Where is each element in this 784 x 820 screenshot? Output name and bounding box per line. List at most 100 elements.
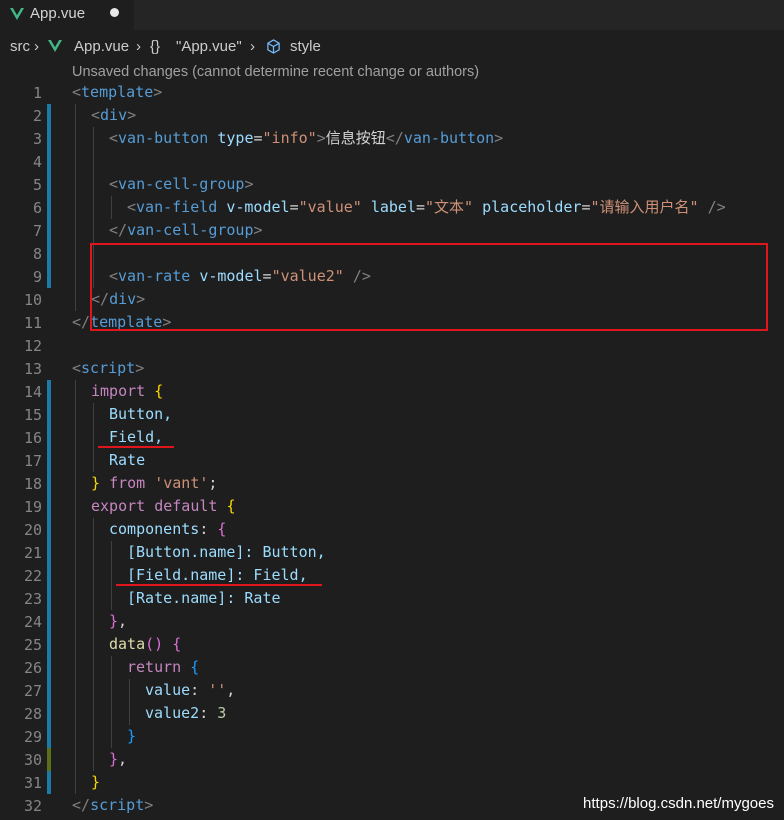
modified-gutter-mark[interactable] [47, 150, 51, 173]
code-line[interactable]: 4 [0, 150, 784, 173]
added-gutter-mark[interactable] [47, 748, 51, 771]
line-number: 21 [23, 544, 42, 562]
modified-gutter-mark[interactable] [47, 656, 51, 679]
modified-gutter-mark[interactable] [47, 725, 51, 748]
modified-gutter-mark[interactable] [47, 771, 51, 794]
indent-guide [93, 610, 94, 633]
breadcrumb-item-file[interactable]: App.vue [74, 38, 129, 55]
code-text: } [91, 773, 101, 791]
vue-file-icon [10, 8, 24, 20]
indent-guide [93, 403, 94, 426]
line-number: 16 [23, 429, 42, 447]
code-line[interactable]: 29 } [0, 725, 784, 748]
code-text: [Rate.name]: Rate [127, 589, 281, 607]
chevron-right-icon: › [250, 38, 255, 55]
code-text: </van-cell-group> [109, 221, 263, 239]
breadcrumb-item-component[interactable]: "App.vue" [176, 38, 242, 55]
code-line[interactable]: 7 </van-cell-group> [0, 219, 784, 242]
indent-guide [75, 472, 76, 495]
indent-guide [93, 587, 94, 610]
indent-guide [75, 518, 76, 541]
line-number: 5 [32, 176, 42, 194]
indent-guide [111, 656, 112, 679]
modified-gutter-mark[interactable] [47, 702, 51, 725]
modified-gutter-mark[interactable] [47, 472, 51, 495]
code-line[interactable]: 1 <template> [0, 81, 784, 104]
code-line[interactable]: 15 Button, [0, 403, 784, 426]
indent-guide [75, 380, 76, 403]
code-text: <van-field v-model="value" label="文本" pl… [127, 198, 726, 216]
code-line[interactable]: 14 import { [0, 380, 784, 403]
code-line[interactable]: 25 data() { [0, 633, 784, 656]
line-number: 7 [32, 222, 42, 240]
code-text: <van-cell-group> [109, 175, 254, 193]
modified-gutter-mark[interactable] [47, 380, 51, 403]
modified-gutter-mark[interactable] [47, 104, 51, 127]
line-number: 12 [23, 337, 42, 355]
blame-annotation: Unsaved changes (cannot determine recent… [72, 64, 480, 80]
line-number: 31 [23, 774, 42, 792]
indent-guide [93, 426, 94, 449]
breadcrumb-item-style[interactable]: style [290, 38, 321, 55]
code-line[interactable]: 20 components: { [0, 518, 784, 541]
line-number: 20 [23, 521, 42, 539]
code-editor[interactable]: 1 <template> 2 <div> 3 <van-button type=… [0, 81, 784, 820]
indent-guide [93, 219, 94, 242]
code-line[interactable]: 6 <van-field v-model="value" label="文本" … [0, 196, 784, 219]
code-line[interactable]: 12 [0, 334, 784, 357]
modified-gutter-mark[interactable] [47, 403, 51, 426]
code-line[interactable]: 23 [Rate.name]: Rate [0, 587, 784, 610]
code-text: Rate [109, 451, 146, 469]
line-number: 26 [23, 659, 42, 677]
indent-guide [75, 587, 76, 610]
code-line[interactable]: 30 }, [0, 748, 784, 771]
code-line[interactable]: 2 <div> [0, 104, 784, 127]
modified-gutter-mark[interactable] [47, 541, 51, 564]
code-line[interactable]: 27 value: '', [0, 679, 784, 702]
modified-gutter-mark[interactable] [47, 196, 51, 219]
indent-guide [93, 518, 94, 541]
modified-gutter-mark[interactable] [47, 173, 51, 196]
code-text: value2: 3 [145, 704, 227, 722]
code-text: Button, [109, 405, 173, 423]
modified-gutter-mark[interactable] [47, 633, 51, 656]
code-line[interactable]: 28 value2: 3 [0, 702, 784, 725]
code-text: </script> [72, 796, 154, 814]
modified-gutter-mark[interactable] [47, 610, 51, 633]
unsaved-dot-icon[interactable] [110, 8, 119, 17]
indent-guide [111, 541, 112, 564]
modified-gutter-mark[interactable] [47, 265, 51, 288]
code-line[interactable]: 26 return { [0, 656, 784, 679]
indent-guide [93, 127, 94, 150]
modified-gutter-mark[interactable] [47, 219, 51, 242]
tab-app-vue[interactable]: App.vue [0, 0, 134, 30]
code-line[interactable]: 19 export default { [0, 495, 784, 518]
modified-gutter-mark[interactable] [47, 127, 51, 150]
line-number: 29 [23, 728, 42, 746]
line-number: 2 [32, 107, 42, 125]
modified-gutter-mark[interactable] [47, 587, 51, 610]
indent-guide [75, 150, 76, 173]
modified-gutter-mark[interactable] [47, 518, 51, 541]
indent-guide [75, 610, 76, 633]
code-line[interactable]: 17 Rate [0, 449, 784, 472]
modified-gutter-mark[interactable] [47, 242, 51, 265]
line-number: 25 [23, 636, 42, 654]
line-number: 27 [23, 682, 42, 700]
code-line[interactable]: 5 <van-cell-group> [0, 173, 784, 196]
modified-gutter-mark[interactable] [47, 495, 51, 518]
modified-gutter-mark[interactable] [47, 564, 51, 587]
code-line[interactable]: 31 } [0, 771, 784, 794]
breadcrumb-item-src[interactable]: src [10, 38, 30, 55]
indent-guide [75, 403, 76, 426]
code-line[interactable]: 18 } from 'vant'; [0, 472, 784, 495]
code-text: Field, [109, 428, 164, 446]
vue-file-icon [48, 40, 62, 52]
code-line[interactable]: 13 <script> [0, 357, 784, 380]
modified-gutter-mark[interactable] [47, 679, 51, 702]
code-line[interactable]: 3 <van-button type="info">信息按钮</van-butt… [0, 127, 784, 150]
modified-gutter-mark[interactable] [47, 449, 51, 472]
code-line[interactable]: 21 [Button.name]: Button, [0, 541, 784, 564]
modified-gutter-mark[interactable] [47, 426, 51, 449]
code-line[interactable]: 24 }, [0, 610, 784, 633]
